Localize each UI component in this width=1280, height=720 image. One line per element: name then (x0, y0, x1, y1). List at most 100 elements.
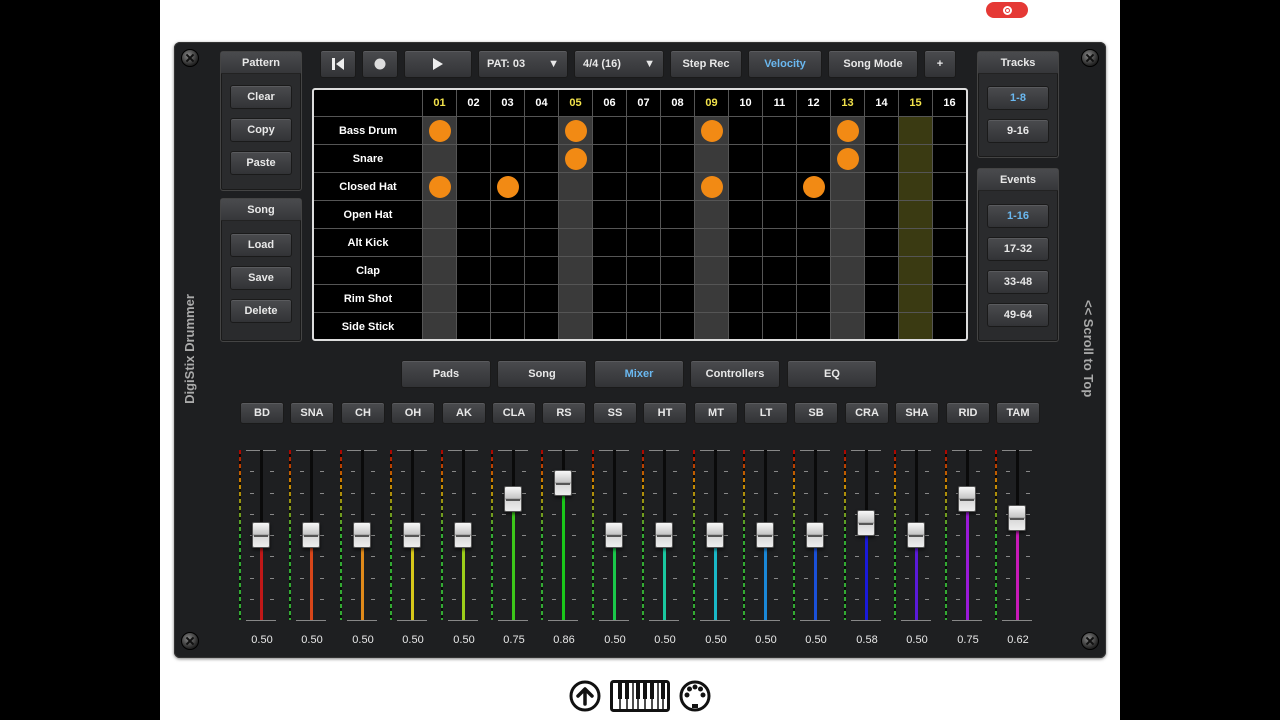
step-cell[interactable] (626, 116, 660, 144)
note-marker[interactable] (497, 176, 519, 198)
delete-button[interactable]: Delete (230, 299, 292, 323)
step-cell[interactable] (694, 116, 728, 144)
step-cell[interactable] (830, 200, 864, 228)
step-cell[interactable] (558, 200, 592, 228)
step-cell[interactable] (762, 256, 796, 284)
step-cell[interactable] (626, 200, 660, 228)
fader-handle[interactable] (756, 522, 774, 548)
step-cell[interactable] (864, 284, 898, 312)
channel-fader[interactable] (944, 446, 992, 622)
step-cell[interactable] (456, 312, 490, 339)
step-cell[interactable] (830, 284, 864, 312)
step-cell[interactable] (626, 228, 660, 256)
events-49-64-button[interactable]: 49-64 (987, 303, 1049, 327)
screen-recording-indicator[interactable] (986, 2, 1028, 18)
note-marker[interactable] (429, 120, 451, 142)
step-cell[interactable] (796, 256, 830, 284)
step-cell[interactable] (728, 312, 762, 339)
step-cell[interactable] (830, 172, 864, 200)
channel-fader[interactable] (540, 446, 588, 622)
step-cell[interactable] (558, 144, 592, 172)
fader-handle[interactable] (605, 522, 623, 548)
track-row-label[interactable]: Open Hat (314, 200, 422, 228)
channel-button[interactable]: RID (946, 402, 990, 424)
channel-button[interactable]: SS (593, 402, 637, 424)
step-cell[interactable] (762, 172, 796, 200)
track-row-label[interactable]: Clap (314, 256, 422, 284)
step-cell[interactable] (932, 200, 966, 228)
fader-handle[interactable] (1008, 504, 1026, 531)
step-cell[interactable] (932, 256, 966, 284)
track-row-label[interactable]: Rim Shot (314, 284, 422, 312)
add-button[interactable]: + (924, 50, 956, 78)
step-cell[interactable] (762, 228, 796, 256)
fader-handle[interactable] (554, 470, 572, 497)
step-cell[interactable] (660, 256, 694, 284)
midi-icon[interactable] (679, 680, 711, 712)
tab-controllers[interactable]: Controllers (690, 360, 780, 388)
step-cell[interactable] (660, 144, 694, 172)
step-cell[interactable] (694, 228, 728, 256)
step-cell[interactable] (864, 172, 898, 200)
step-cell[interactable] (932, 172, 966, 200)
step-cell[interactable] (864, 200, 898, 228)
step-cell[interactable] (694, 256, 728, 284)
step-cell[interactable] (422, 172, 456, 200)
channel-button[interactable]: SB (794, 402, 838, 424)
step-cell[interactable] (796, 200, 830, 228)
step-cell[interactable] (932, 116, 966, 144)
step-cell[interactable] (422, 200, 456, 228)
pattern-select[interactable]: PAT: 03 ▼ (478, 50, 568, 78)
step-cell[interactable] (456, 256, 490, 284)
note-marker[interactable] (565, 148, 587, 170)
note-marker[interactable] (701, 120, 723, 142)
clear-button[interactable]: Clear (230, 85, 292, 109)
channel-button[interactable]: LT (744, 402, 788, 424)
tracks-1-8-button[interactable]: 1-8 (987, 86, 1049, 110)
step-cell[interactable] (762, 200, 796, 228)
step-cell[interactable] (490, 256, 524, 284)
step-cell[interactable] (490, 284, 524, 312)
step-cell[interactable] (524, 200, 558, 228)
fader-handle[interactable] (302, 522, 320, 548)
step-cell[interactable] (898, 312, 932, 339)
time-signature-select[interactable]: 4/4 (16) ▼ (574, 50, 664, 78)
step-cell[interactable] (762, 312, 796, 339)
channel-fader[interactable] (490, 446, 538, 622)
step-cell[interactable] (728, 256, 762, 284)
step-cell[interactable] (422, 256, 456, 284)
channel-fader[interactable] (692, 446, 740, 622)
step-cell[interactable] (660, 312, 694, 339)
channel-fader[interactable] (339, 446, 387, 622)
tracks-9-16-button[interactable]: 9-16 (987, 119, 1049, 143)
step-cell[interactable] (558, 228, 592, 256)
channel-button[interactable]: CH (341, 402, 385, 424)
step-cell[interactable] (524, 228, 558, 256)
step-cell[interactable] (762, 144, 796, 172)
step-cell[interactable] (830, 116, 864, 144)
step-cell[interactable] (490, 312, 524, 339)
scroll-to-top-button[interactable]: << Scroll to Top (1081, 300, 1096, 397)
step-cell[interactable] (524, 312, 558, 339)
step-cell[interactable] (762, 284, 796, 312)
fader-handle[interactable] (403, 522, 421, 548)
step-cell[interactable] (626, 312, 660, 339)
tab-song[interactable]: Song (497, 360, 587, 388)
track-row-label[interactable]: Alt Kick (314, 228, 422, 256)
fader-handle[interactable] (857, 510, 875, 537)
tab-pads[interactable]: Pads (401, 360, 491, 388)
stop-button[interactable] (362, 50, 398, 78)
note-marker[interactable] (837, 120, 859, 142)
step-cell[interactable] (932, 144, 966, 172)
channel-button[interactable]: BD (240, 402, 284, 424)
step-cell[interactable] (524, 172, 558, 200)
step-cell[interactable] (830, 228, 864, 256)
paste-button[interactable]: Paste (230, 151, 292, 175)
step-cell[interactable] (592, 284, 626, 312)
step-cell[interactable] (932, 284, 966, 312)
step-cell[interactable] (626, 256, 660, 284)
step-cell[interactable] (796, 228, 830, 256)
step-cell[interactable] (592, 200, 626, 228)
step-cell[interactable] (864, 228, 898, 256)
channel-button[interactable]: SNA (290, 402, 334, 424)
